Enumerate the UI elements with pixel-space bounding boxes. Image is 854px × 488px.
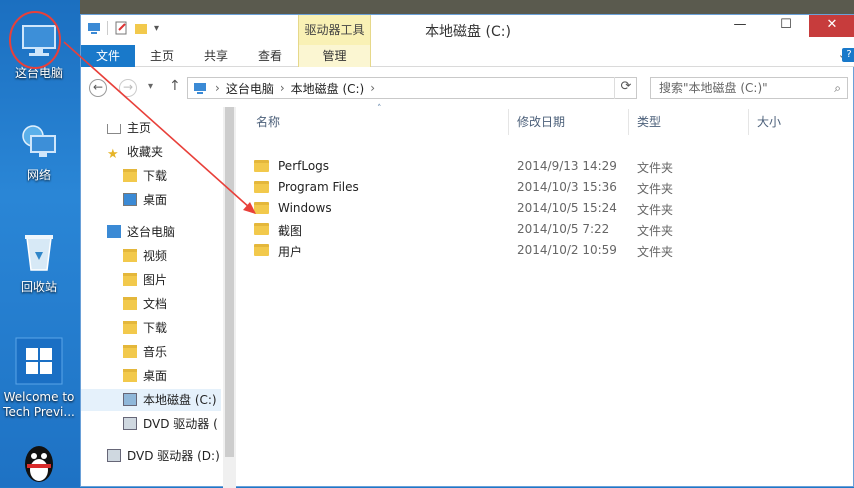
- navigation-bar: ← → ▾ ↑ › 这台电脑 › 本地磁盘 (C:) › ⟳ 搜索"本地磁盘 (…: [81, 74, 854, 102]
- nav-item-local-disk-c[interactable]: 本地磁盘 (C:): [81, 389, 221, 411]
- explorer-window: ▾ 驱动器工具 本地磁盘 (C:) — ☐ ✕ 文件 主页 共享 查看 管理 ⌄…: [80, 14, 854, 488]
- watermark: 系统族 WWW.XITONGZU.COM: [704, 427, 854, 487]
- tab-home[interactable]: 主页: [135, 45, 189, 67]
- column-name[interactable]: 名称: [256, 113, 280, 133]
- folder-icon: [254, 223, 269, 235]
- file-row[interactable]: Windows 2014/10/5 15:24 文件夹: [254, 199, 694, 219]
- refresh-button[interactable]: ⟳: [614, 77, 637, 99]
- breadcrumb-item[interactable]: 本地磁盘 (C:): [291, 80, 365, 97]
- column-separator: [508, 109, 509, 135]
- tab-share[interactable]: 共享: [189, 45, 243, 67]
- nav-scrollbar[interactable]: [223, 107, 236, 488]
- dvd-drive-icon: [123, 417, 137, 430]
- minimize-button[interactable]: —: [717, 15, 763, 37]
- forward-button[interactable]: →: [119, 79, 137, 97]
- desktop-folder-icon: [123, 369, 137, 382]
- watermark-brand: 系统族: [760, 441, 842, 471]
- column-type[interactable]: 类型: [637, 113, 661, 133]
- downloads-folder-icon: [123, 321, 137, 334]
- documents-folder-icon: [123, 297, 137, 310]
- network-icon: [22, 125, 56, 157]
- tab-view[interactable]: 查看: [243, 45, 297, 67]
- tab-file[interactable]: 文件: [81, 45, 135, 67]
- desktop-icon-label: 网络: [26, 168, 51, 182]
- recycle-bin-desktop-icon[interactable]: 回收站: [0, 230, 78, 295]
- home-icon: [107, 124, 121, 134]
- maximize-button[interactable]: ☐: [763, 15, 809, 37]
- folder-icon: [254, 202, 269, 214]
- downloads-folder-icon: [123, 169, 137, 182]
- welcome-desktop-icon[interactable]: Welcome to Tech Previ...: [0, 336, 78, 420]
- folder-icon: [254, 160, 269, 172]
- star-icon: ★: [107, 147, 119, 162]
- watermark-url: WWW.XITONGZU.COM: [762, 469, 852, 478]
- desktop-area: 这台电脑 网络 回收站 Welcome to Tech Previ...: [0, 0, 80, 487]
- column-modified[interactable]: 修改日期: [517, 113, 565, 133]
- dvd-drive-icon: [107, 449, 121, 462]
- tab-manage[interactable]: 管理: [298, 45, 371, 67]
- back-button[interactable]: ←: [89, 79, 107, 97]
- monitor-icon: [107, 225, 121, 238]
- breadcrumb-chevron-icon: ›: [279, 81, 285, 95]
- sort-ascending-icon: ˄: [377, 104, 382, 114]
- ribbon-tabs: 文件 主页 共享 查看 管理 ⌄ ?: [81, 45, 854, 67]
- desktop-icon: [123, 193, 137, 206]
- search-icon: ⌕: [834, 81, 841, 95]
- recent-locations-icon[interactable]: ▾: [148, 81, 153, 92]
- title-bar: ▾ 驱动器工具 本地磁盘 (C:) — ☐ ✕: [81, 15, 854, 45]
- column-separator: [628, 109, 629, 135]
- breadcrumb-chevron-icon: ›: [215, 81, 220, 95]
- column-separator: [748, 109, 749, 135]
- file-row[interactable]: PerfLogs 2014/9/13 14:29 文件夹: [254, 157, 694, 177]
- penguin-icon: [25, 446, 53, 482]
- folder-icon: [254, 181, 269, 193]
- desktop-top-strip: [0, 0, 854, 14]
- search-input[interactable]: 搜索"本地磁盘 (C:)" ⌕: [650, 77, 848, 99]
- windows-logo-icon: [15, 337, 63, 385]
- red-circle-annotation: [9, 11, 61, 69]
- desktop-icon-label: Welcome to Tech Previ...: [3, 390, 75, 419]
- network-desktop-icon[interactable]: 网络: [0, 122, 78, 183]
- breadcrumb-item[interactable]: 这台电脑: [226, 80, 274, 97]
- navigation-pane: 主页 ★ 收藏夹 下载 桌面 这台电脑 视频 图片 文档 下载 音乐 桌面 本地磁…: [81, 107, 234, 488]
- file-row[interactable]: 用户 2014/10/2 10:59 文件夹: [254, 241, 694, 261]
- close-button[interactable]: ✕: [809, 15, 854, 37]
- help-icon[interactable]: ?: [842, 48, 854, 62]
- desktop-icon-label: 回收站: [20, 280, 57, 294]
- videos-folder-icon: [123, 249, 137, 262]
- this-pc-small-icon: [194, 83, 206, 94]
- column-size[interactable]: 大小: [757, 113, 781, 133]
- qq-desktop-icon[interactable]: [0, 440, 78, 488]
- breadcrumb-chevron-icon: ›: [370, 81, 376, 95]
- search-placeholder: 搜索"本地磁盘 (C:)": [659, 81, 768, 95]
- address-bar[interactable]: › 这台电脑 › 本地磁盘 (C:) ›: [187, 77, 637, 99]
- windows-logo-icon: [709, 434, 757, 482]
- folder-icon: [254, 244, 269, 256]
- drive-icon: [123, 393, 137, 406]
- file-row[interactable]: 截图 2014/10/5 7:22 文件夹: [254, 220, 694, 240]
- up-button[interactable]: ↑: [169, 78, 181, 94]
- music-folder-icon: [123, 345, 137, 358]
- scrollbar-thumb[interactable]: [225, 107, 234, 457]
- recycle-bin-icon: [25, 235, 53, 271]
- file-row[interactable]: Program Files 2014/10/3 15:36 文件夹: [254, 178, 694, 198]
- window-controls: — ☐ ✕: [717, 15, 854, 37]
- pictures-folder-icon: [123, 273, 137, 286]
